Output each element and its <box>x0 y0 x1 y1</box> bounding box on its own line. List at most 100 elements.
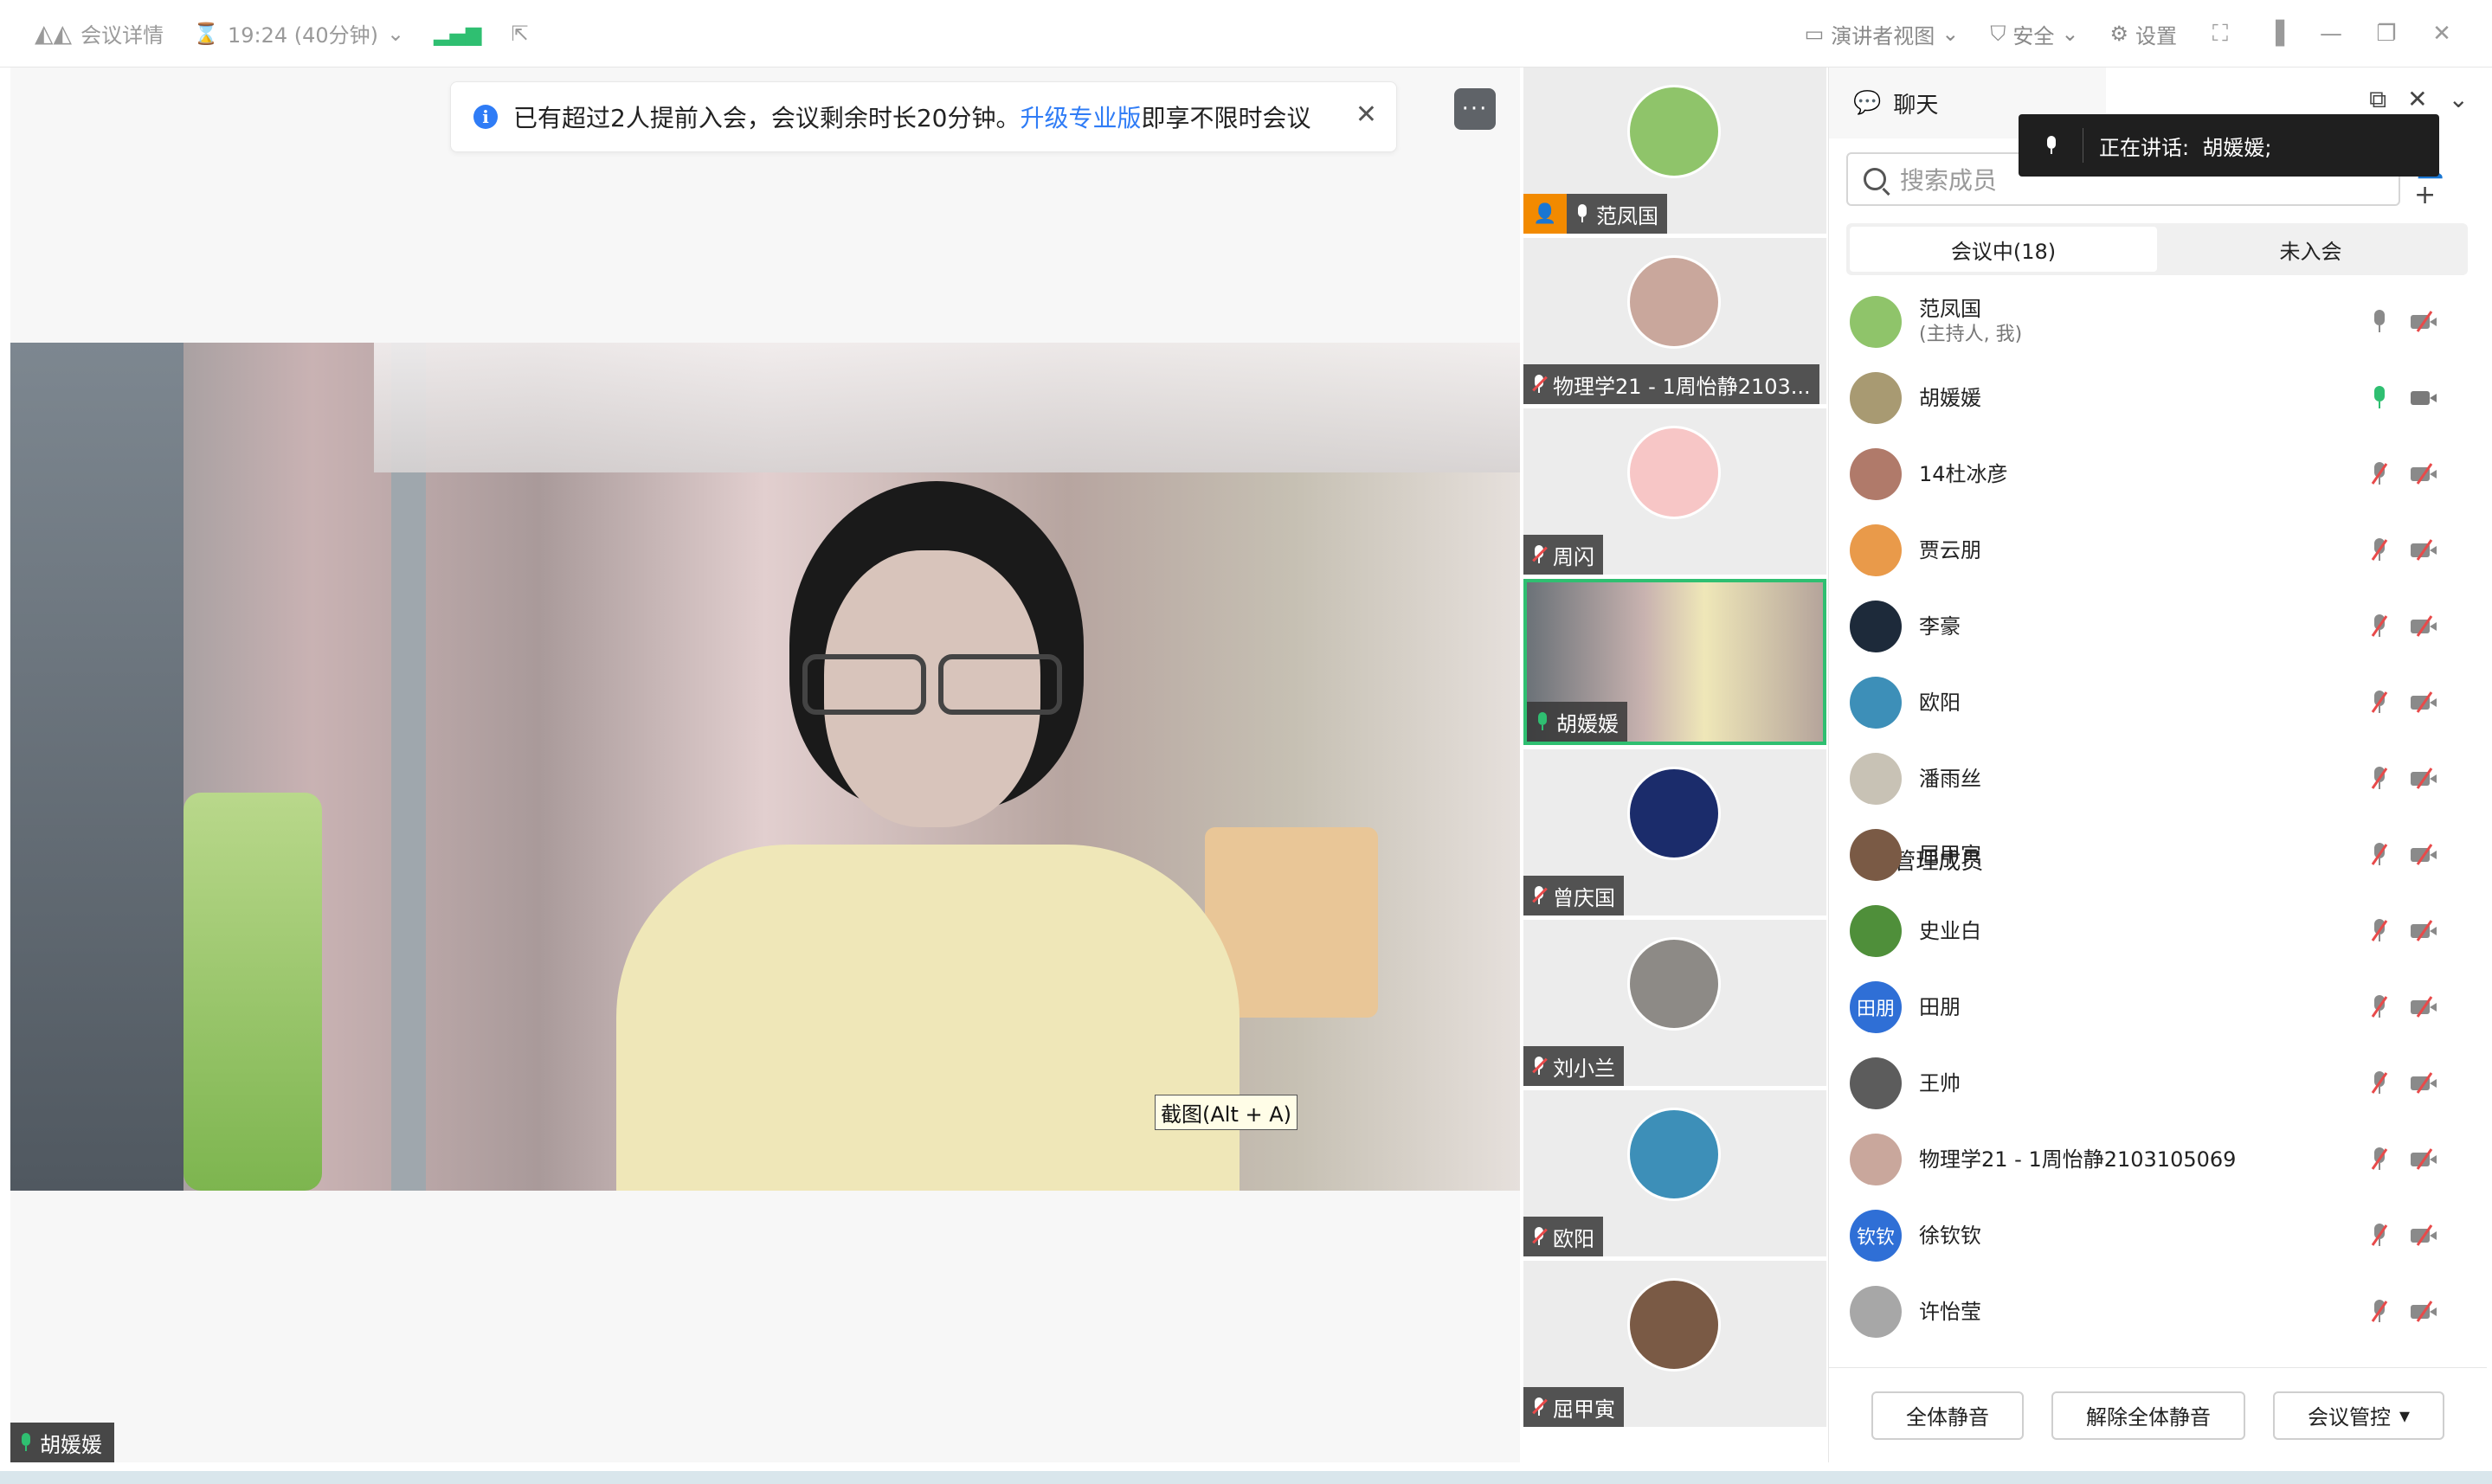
thumbnail-name-label: 胡媛媛 <box>1527 702 1627 742</box>
member-row[interactable]: 许怡莹 <box>1829 1274 2487 1350</box>
participant-thumbnail[interactable]: 曾庆国 <box>1523 749 1826 915</box>
thumbnail-name-label: 曾庆国 <box>1523 876 1624 915</box>
member-row[interactable]: 史业白 <box>1829 893 2487 969</box>
host-icon: 👤 <box>1523 194 1567 234</box>
member-row[interactable]: 欧阳 <box>1829 665 2487 741</box>
participant-thumbnail[interactable]: 物理学21 - 1周怡静2103... <box>1523 238 1826 404</box>
member-row[interactable]: 王帅 <box>1829 1045 2487 1121</box>
fullscreen-icon[interactable]: ⛶ <box>2196 10 2244 58</box>
signal-icon[interactable]: ▂▄▆ <box>434 22 481 46</box>
restore-icon[interactable]: ❐ <box>2362 10 2411 58</box>
member-name: 许怡莹 <box>1919 1300 1981 1324</box>
participant-thumbnail[interactable]: 欧阳 <box>1523 1090 1826 1256</box>
member-name: 胡媛媛 <box>1919 386 1981 410</box>
mic-icon[interactable] <box>2371 386 2388 410</box>
mic-muted-icon[interactable] <box>2371 691 2388 715</box>
member-row[interactable]: 李豪 <box>1829 588 2487 665</box>
camera-off-icon[interactable] <box>2411 1301 2437 1322</box>
notice-text: 已有超过2人提前入会，会议剩余时长20分钟。 <box>513 104 1021 132</box>
mic-muted-icon[interactable] <box>2371 1224 2388 1248</box>
avatar <box>1850 1057 1902 1109</box>
camera-icon[interactable] <box>2411 389 2437 407</box>
member-name: 物理学21 - 1周怡静2103105069 <box>1919 1147 2237 1172</box>
mic-icon[interactable] <box>2371 310 2388 334</box>
thumbnail-name-label: 屈甲寅 <box>1523 1387 1624 1427</box>
share-link-icon[interactable]: ⇱ <box>512 22 529 46</box>
participant-thumbnail[interactable]: 屈甲寅 <box>1523 1261 1826 1427</box>
camera-off-icon[interactable] <box>2411 615 2437 637</box>
main-stage: i 已有超过2人提前入会，会议剩余时长20分钟。升级专业版即享不限时会议 ✕ ·… <box>10 67 1520 1462</box>
security-button[interactable]: ⛉ 安全 ⌄ <box>1978 19 2090 49</box>
mic-muted-icon <box>1532 886 1548 905</box>
member-row[interactable]: 物理学21 - 1周怡静2103105069 <box>1829 1121 2487 1198</box>
camera-off-icon[interactable] <box>2411 463 2437 485</box>
member-row[interactable]: 胡媛媛 <box>1829 360 2487 436</box>
info-icon: i <box>473 105 498 129</box>
member-name: 李豪 <box>1919 614 1961 639</box>
mute-all-button[interactable]: 全体静音 <box>1871 1391 2024 1440</box>
minimize-icon[interactable]: — <box>2307 10 2355 58</box>
avatar <box>1850 372 1902 424</box>
member-row[interactable]: 14杜冰彦 <box>1829 436 2487 512</box>
camera-off-icon[interactable] <box>2411 996 2437 1018</box>
mic-muted-icon[interactable] <box>2371 538 2388 562</box>
tab-not-joined[interactable]: 未入会 <box>2157 227 2464 272</box>
more-options-button[interactable]: ··· <box>1454 88 1496 130</box>
upgrade-link[interactable]: 升级专业版 <box>1020 104 1141 132</box>
mic-icon <box>19 1433 33 1452</box>
member-row[interactable]: 范凤国 (主持人, 我) <box>1829 284 2487 360</box>
camera-off-icon[interactable] <box>2411 1072 2437 1094</box>
meeting-details-button[interactable]: ◭◭ 会议详情 <box>35 18 164 48</box>
mic-muted-icon <box>1532 375 1548 394</box>
member-row[interactable]: 潘雨丝 <box>1829 741 2487 817</box>
member-row[interactable]: 屈甲寅 <box>1829 817 2487 893</box>
member-row[interactable]: 钦钦 徐钦钦 <box>1829 1198 2487 1274</box>
camera-off-icon[interactable] <box>2411 691 2437 713</box>
mic-muted-icon[interactable] <box>2371 1071 2388 1095</box>
mic-muted-icon[interactable] <box>2371 919 2388 943</box>
participant-thumbnails: 👤 范凤国 物理学21 - 1周怡静2103... 周闪胡媛媛曾庆国刘小兰 欧阳屈甲寅 <box>1523 67 1828 1462</box>
settings-button[interactable]: ⚙ 设置 <box>2097 19 2189 49</box>
notice-close-icon[interactable]: ✕ <box>1355 100 1377 130</box>
hourglass-icon: ⌛ <box>193 21 219 46</box>
member-row[interactable]: 贾云朋 <box>1829 512 2487 588</box>
main-video <box>10 343 1520 1191</box>
meeting-timer[interactable]: ⌛ 19:24 (40分钟) ⌄ <box>193 18 404 48</box>
tab-in-meeting[interactable]: 会议中(18) <box>1850 227 2157 272</box>
sidebar-toggle-icon[interactable]: ▐ <box>2251 10 2300 58</box>
participant-thumbnail[interactable]: 刘小兰 <box>1523 920 1826 1086</box>
close-icon[interactable]: ✕ <box>2418 10 2466 58</box>
chevron-down-icon[interactable]: ⌄ <box>2449 85 2469 114</box>
camera-off-icon[interactable] <box>2411 311 2437 332</box>
avatar <box>1627 937 1721 1031</box>
avatar: 钦钦 <box>1850 1210 1902 1262</box>
camera-off-icon[interactable] <box>2411 539 2437 561</box>
mic-muted-icon[interactable] <box>2371 462 2388 486</box>
popout-icon[interactable]: ⧉ <box>2369 85 2386 114</box>
mic-muted-icon[interactable] <box>2371 614 2388 639</box>
participant-thumbnail[interactable]: 周闪 <box>1523 408 1826 575</box>
mic-muted-icon[interactable] <box>2371 995 2388 1019</box>
mic-muted-icon[interactable] <box>2371 843 2388 867</box>
unmute-all-button[interactable]: 解除全体静音 <box>2051 1391 2245 1440</box>
mic-muted-icon <box>1532 1227 1548 1246</box>
presenter-view-button[interactable]: ▭ 演讲者视图 ⌄ <box>1793 19 1972 49</box>
mic-muted-icon[interactable] <box>2371 1300 2388 1324</box>
panel-close-icon[interactable]: ✕ <box>2407 85 2427 114</box>
avatar <box>1850 296 1902 348</box>
camera-off-icon[interactable] <box>2411 920 2437 941</box>
camera-off-icon[interactable] <box>2411 1224 2437 1246</box>
main-speaker-tag: 胡媛媛 <box>10 1423 114 1462</box>
camera-off-icon[interactable] <box>2411 1148 2437 1170</box>
mic-muted-icon[interactable] <box>2371 767 2388 791</box>
mic-muted-icon <box>1532 1057 1548 1076</box>
participant-thumbnail[interactable]: 胡媛媛 <box>1523 579 1826 745</box>
avatar <box>1627 1278 1721 1372</box>
camera-off-icon[interactable] <box>2411 768 2437 789</box>
mic-muted-icon[interactable] <box>2371 1147 2388 1172</box>
member-name: 屈甲寅 <box>1919 843 1981 867</box>
camera-off-icon[interactable] <box>2411 844 2437 865</box>
meeting-control-button[interactable]: 会议管控 ▾ <box>2272 1391 2445 1440</box>
participant-thumbnail[interactable]: 👤 范凤国 <box>1523 67 1826 234</box>
member-row[interactable]: 田朋 田朋 <box>1829 969 2487 1045</box>
